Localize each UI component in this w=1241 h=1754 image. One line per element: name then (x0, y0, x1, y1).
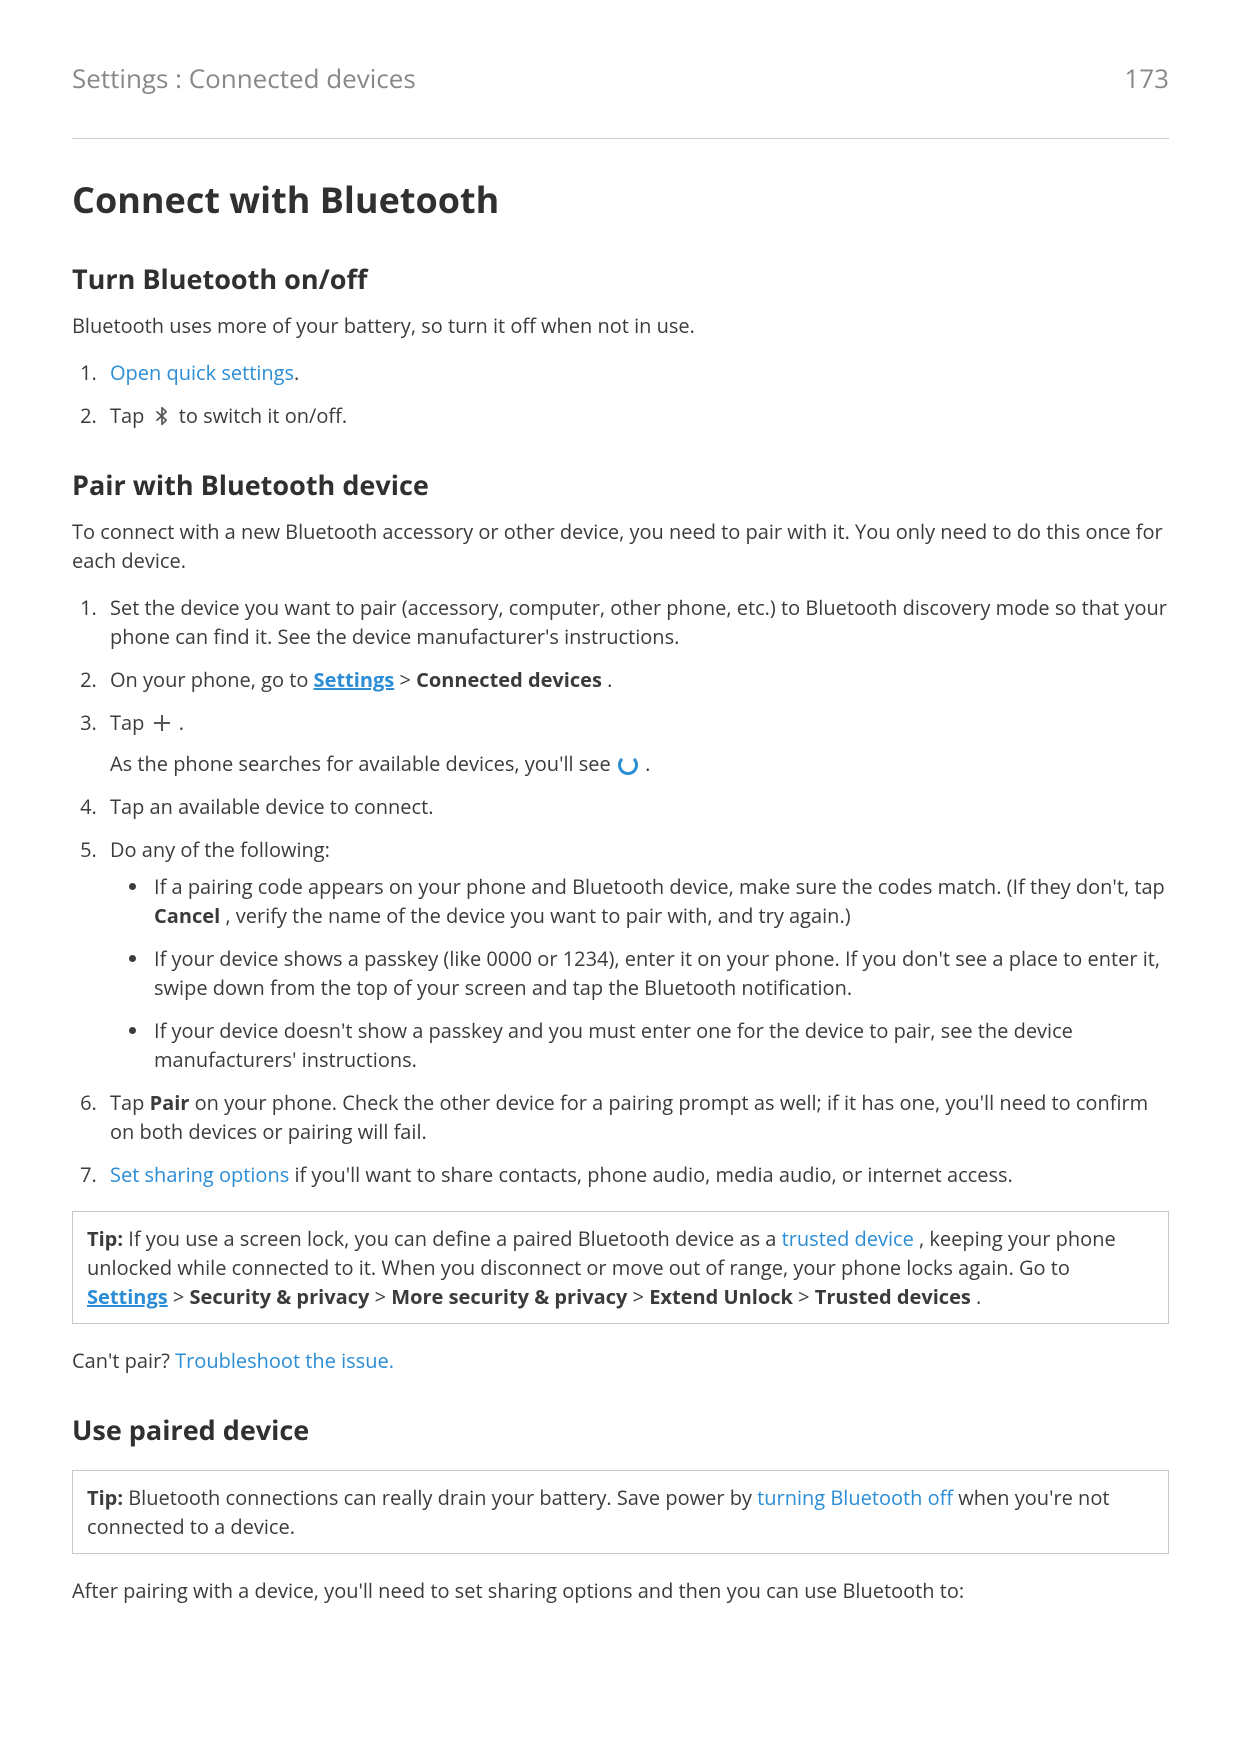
document-page: Settings : Connected devices 173 Connect… (0, 0, 1241, 1754)
intro-text: To connect with a new Bluetooth accessor… (72, 517, 1169, 575)
text: Do any of the following: (110, 836, 330, 863)
open-quick-settings-link[interactable]: Open quick settings (110, 359, 294, 386)
steps-pair-device: Set the device you want to pair (accesso… (72, 593, 1169, 1189)
page-number: 173 (1124, 60, 1169, 96)
after-pairing-text: After pairing with a device, you'll need… (72, 1576, 1169, 1605)
plus-icon (152, 713, 172, 733)
list-item: If a pairing code appears on your phone … (150, 872, 1169, 930)
steps-turn-bluetooth: Open quick settings. Tap to switch it on… (72, 358, 1169, 430)
intro-text: Bluetooth uses more of your battery, so … (72, 311, 1169, 340)
connected-devices-label: Connected devices (416, 666, 602, 693)
text: On your phone, go to (110, 666, 314, 693)
sub-bullets: If a pairing code appears on your phone … (110, 872, 1169, 1074)
path-label: Security & privacy (190, 1283, 370, 1310)
text: . (294, 359, 299, 386)
cancel-label: Cancel (154, 902, 220, 929)
text: Set the device you want to pair (accesso… (110, 594, 1167, 650)
settings-link[interactable]: Settings (87, 1283, 168, 1310)
list-item: If your device doesn't show a passkey an… (150, 1016, 1169, 1074)
tip-battery: Tip: Bluetooth connections can really dr… (72, 1470, 1169, 1554)
tip-label: Tip: (87, 1225, 123, 1252)
step-item: Set sharing options if you'll want to sh… (102, 1160, 1169, 1189)
text: If a pairing code appears on your phone … (154, 873, 1165, 900)
path-label: Trusted devices (815, 1283, 971, 1310)
step-item: Tap an available device to connect. (102, 792, 1169, 821)
text: > (173, 1283, 190, 1310)
text: If you use a screen lock, you can define… (128, 1225, 781, 1252)
text: if you'll want to share contacts, phone … (294, 1161, 1012, 1188)
text: Tap (110, 709, 150, 736)
troubleshoot-link[interactable]: Troubleshoot the issue. (175, 1347, 394, 1374)
spinner-icon (618, 755, 638, 775)
step-item: Set the device you want to pair (accesso… (102, 593, 1169, 651)
trusted-device-link[interactable]: trusted device (782, 1225, 914, 1252)
text: to switch it on/off. (179, 402, 347, 429)
tip-trusted-device: Tip: If you use a screen lock, you can d… (72, 1211, 1169, 1324)
pair-label: Pair (150, 1089, 190, 1116)
text: . (607, 666, 612, 693)
path-label: Extend Unlock (649, 1283, 793, 1310)
set-sharing-options-link[interactable]: Set sharing options (110, 1161, 289, 1188)
header-divider (72, 138, 1169, 139)
step-item: Open quick settings. (102, 358, 1169, 387)
text: Can't pair? (72, 1347, 175, 1374)
section-pair-device: Pair with Bluetooth device (72, 466, 1169, 503)
step-item: Do any of the following: If a pairing co… (102, 835, 1169, 1074)
text: As the phone searches for available devi… (110, 750, 616, 777)
text: > (633, 1283, 650, 1310)
section-turn-bluetooth: Turn Bluetooth on/off (72, 260, 1169, 297)
text: > (375, 1283, 392, 1310)
text: Tap (110, 402, 150, 429)
section-use-paired: Use paired device (72, 1411, 1169, 1448)
text: , verify the name of the device you want… (225, 902, 850, 929)
list-item: If your device shows a passkey (like 000… (150, 944, 1169, 1002)
step-item: On your phone, go to Settings > Connecte… (102, 665, 1169, 694)
turning-bluetooth-off-link[interactable]: turning Bluetooth off (757, 1484, 953, 1511)
step-item: Tap Pair on your phone. Check the other … (102, 1088, 1169, 1146)
text: . (645, 750, 650, 777)
settings-link[interactable]: Settings (314, 666, 395, 693)
tip-label: Tip: (87, 1484, 123, 1511)
path-label: More security & privacy (391, 1283, 627, 1310)
breadcrumb: Settings : Connected devices (72, 60, 416, 96)
text: on your phone. Check the other device fo… (110, 1089, 1148, 1145)
text: If your device doesn't show a passkey an… (154, 1017, 1073, 1073)
text: > (798, 1283, 815, 1310)
text: Tap an available device to connect. (110, 793, 433, 820)
page-title: Connect with Bluetooth (72, 175, 1169, 224)
text: Tap (110, 1089, 150, 1116)
text: Bluetooth connections can really drain y… (128, 1484, 757, 1511)
text: > (399, 666, 416, 693)
page-header: Settings : Connected devices 173 (72, 60, 1169, 96)
bluetooth-icon (152, 404, 172, 424)
troubleshoot-line: Can't pair? Troubleshoot the issue. (72, 1346, 1169, 1375)
step-item: Tap to switch it on/off. (102, 401, 1169, 430)
step-item: Tap . As the phone searches for availabl… (102, 708, 1169, 778)
text: . (976, 1283, 981, 1310)
text: If your device shows a passkey (like 000… (154, 945, 1160, 1001)
text: . (179, 709, 184, 736)
